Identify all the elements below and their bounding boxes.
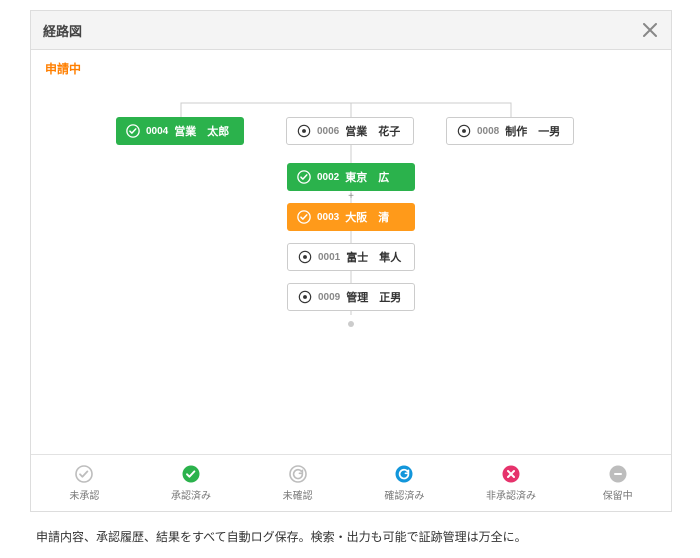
status-bar: 申請中: [31, 50, 671, 83]
check-circle-fill-icon: [182, 465, 200, 483]
check-circle-icon: [297, 170, 311, 184]
node-approved-0004[interactable]: 0004 営業 太郎: [116, 117, 244, 145]
node-approved-0002[interactable]: 0002 東京 広: [287, 163, 415, 191]
node-name: 営業 花子: [345, 123, 400, 139]
node-name: 管理 正男: [346, 289, 401, 305]
check-circle-icon: [126, 124, 140, 138]
terminal-dot: [348, 321, 354, 327]
node-pending-0006[interactable]: 0006 営業 花子: [286, 117, 414, 145]
node-number: 0003: [317, 212, 339, 223]
node-number: 0001: [318, 252, 340, 263]
caption-text: 申請内容、承認履歴、結果をすべて自動ログ保存。検索・出力も可能で証跡管理は万全に…: [36, 528, 527, 545]
legend-label: 未承認: [69, 487, 99, 502]
legend-unapproved: 未承認: [31, 455, 138, 511]
legend-label: 未確認: [283, 487, 313, 502]
legend-label: 非承認済み: [486, 487, 536, 502]
legend-label: 保留中: [603, 487, 633, 502]
node-name: 富士 隼人: [346, 249, 401, 265]
node-number: 0006: [317, 126, 339, 137]
check-circle-icon: [297, 210, 311, 224]
target-icon: [298, 250, 312, 264]
legend-confirmed: 確認済み: [351, 455, 458, 511]
target-icon: [297, 124, 311, 138]
refresh-fill-icon: [395, 465, 413, 483]
node-pending-0009[interactable]: 0009 管理 正男: [287, 283, 415, 311]
legend-unconfirmed: 未確認: [244, 455, 351, 511]
node-name: 東京 広: [345, 169, 389, 185]
check-circle-outline-icon: [75, 465, 93, 483]
plus-joiner: +: [344, 191, 358, 202]
node-number: 0002: [317, 172, 339, 183]
target-icon: [298, 290, 312, 304]
legend: 未承認 承認済み 未確認 確認済み: [31, 454, 671, 511]
legend-approved: 承認済み: [138, 455, 245, 511]
route-diagram-modal: 経路図 申請中 0004 営業 太郎: [30, 10, 672, 512]
node-name: 制作 一男: [505, 123, 560, 139]
legend-label: 承認済み: [171, 487, 211, 502]
node-pending-0008[interactable]: 0008 制作 一男: [446, 117, 574, 145]
refresh-outline-icon: [289, 465, 307, 483]
modal-header: 経路図: [31, 11, 671, 50]
node-pending-0001[interactable]: 0001 富士 隼人: [287, 243, 415, 271]
modal-title: 経路図: [43, 21, 82, 40]
x-circle-fill-icon: [502, 465, 520, 483]
node-number: 0009: [318, 292, 340, 303]
close-icon[interactable]: [641, 21, 659, 39]
node-name: 大阪 清: [345, 209, 389, 225]
status-label: 申請中: [45, 62, 81, 76]
node-inprogress-0003[interactable]: 0003 大阪 清: [287, 203, 415, 231]
diagram-area: 0004 営業 太郎 0006 営業 花子 0008 制作 一男: [31, 83, 671, 423]
node-number: 0008: [477, 126, 499, 137]
legend-onhold: 保留中: [564, 455, 671, 511]
node-number: 0004: [146, 126, 168, 137]
legend-label: 確認済み: [384, 487, 424, 502]
node-name: 営業 太郎: [174, 123, 229, 139]
target-icon: [457, 124, 471, 138]
legend-rejected: 非承認済み: [458, 455, 565, 511]
minus-circle-fill-icon: [609, 465, 627, 483]
